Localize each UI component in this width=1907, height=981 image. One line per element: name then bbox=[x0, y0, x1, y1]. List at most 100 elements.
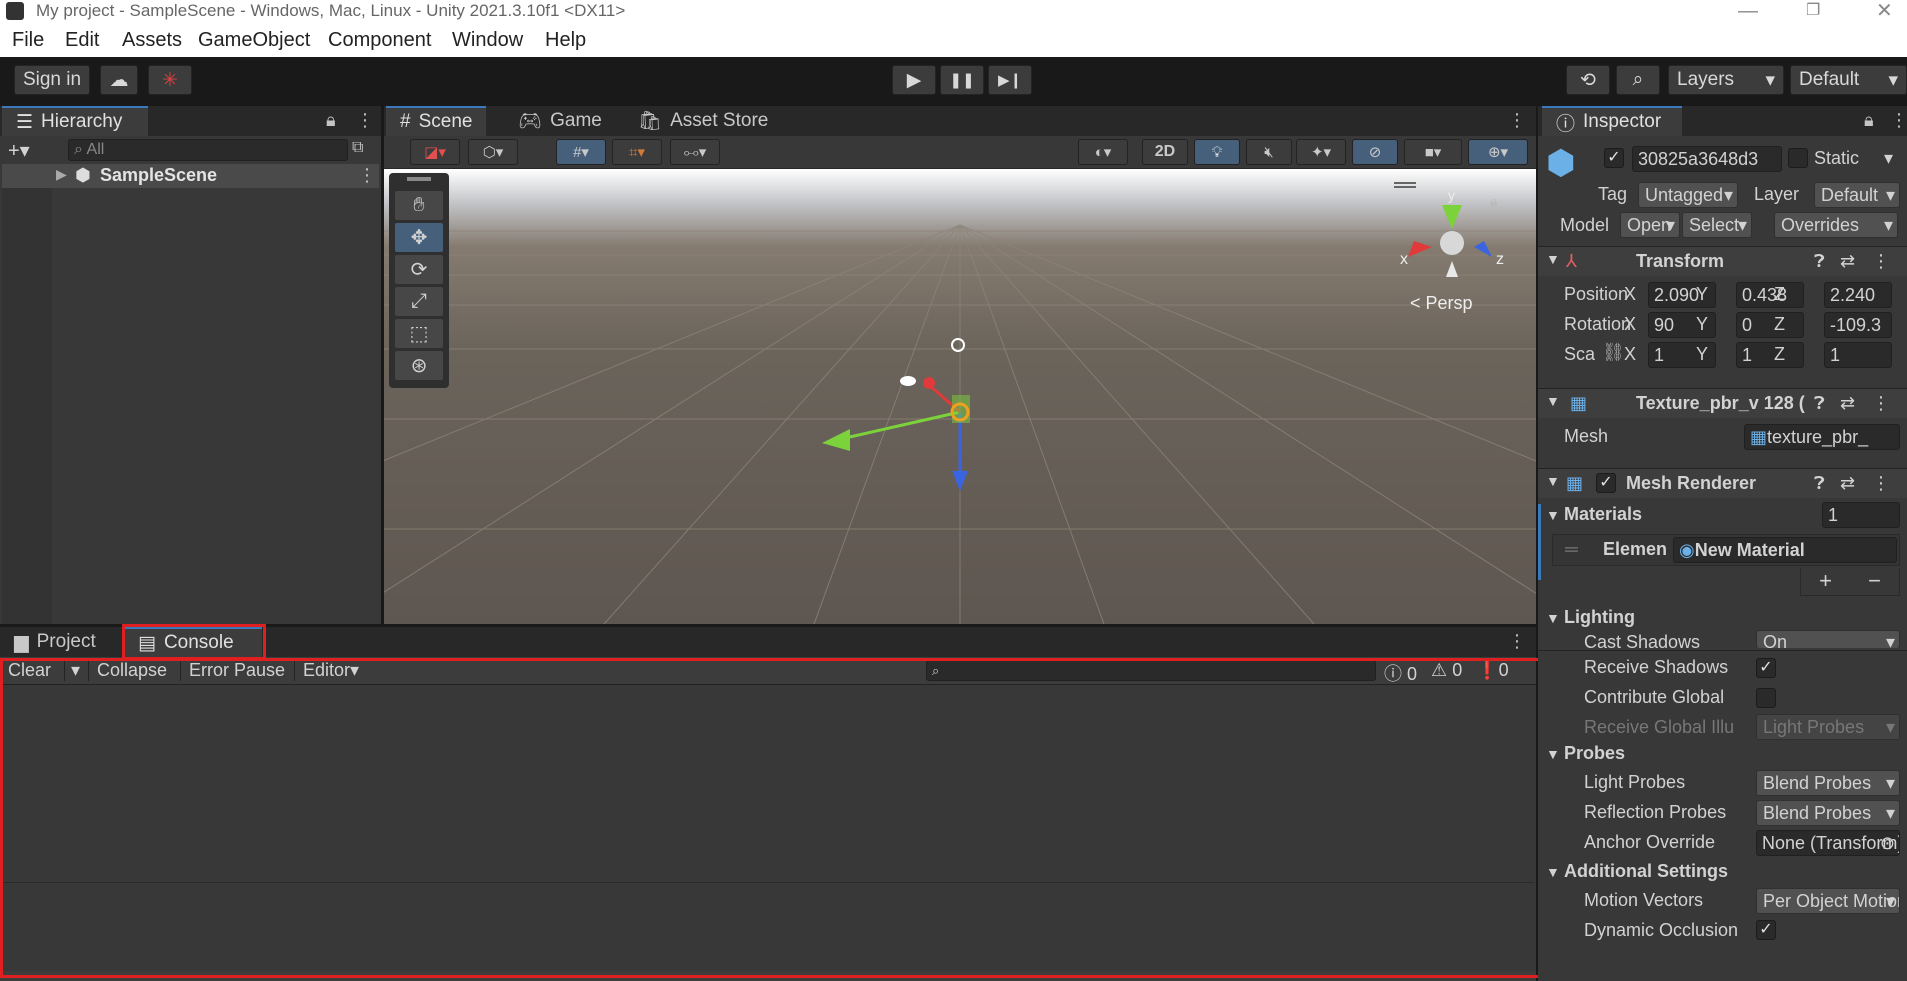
help-icon[interactable]: ❓︎ bbox=[1814, 393, 1825, 414]
lighting-bulb-icon[interactable]: 💡︎ bbox=[1194, 139, 1240, 165]
presets-icon[interactable]: ⇄ bbox=[1840, 473, 1855, 494]
pos-z-field[interactable]: 2.240 bbox=[1824, 282, 1892, 308]
axis-y-label[interactable]: Y bbox=[1696, 284, 1708, 305]
menu-edit[interactable]: Edit bbox=[65, 29, 99, 52]
presets-icon[interactable]: ⇄ bbox=[1840, 251, 1855, 272]
layers-dropdown[interactable]: Layers ▾ bbox=[1668, 65, 1784, 95]
layer-dropdown[interactable]: Default bbox=[1814, 182, 1900, 208]
kebab-menu-icon[interactable]: ⋮ bbox=[358, 165, 376, 186]
hierarchy-scene-row[interactable]: ▶ ⬢ SampleScene ⋮ bbox=[2, 164, 379, 188]
contribute-gi-checkbox[interactable] bbox=[1756, 688, 1776, 708]
axis-z-label[interactable]: Z bbox=[1774, 344, 1785, 365]
sign-in-button[interactable]: Sign in bbox=[14, 65, 90, 95]
toggle-2d-button[interactable]: 2D bbox=[1142, 139, 1188, 165]
add-icon[interactable]: +▾ bbox=[8, 138, 30, 163]
tab-inspector[interactable]: ⓘ Inspector bbox=[1542, 106, 1682, 136]
remove-material-icon[interactable]: − bbox=[1868, 568, 1881, 595]
transform-tool-icon[interactable]: ⊛ bbox=[395, 351, 443, 380]
camera-gizmo-icon[interactable] bbox=[900, 376, 916, 386]
axis-y-label[interactable]: Y bbox=[1696, 314, 1708, 335]
hierarchy-search-input[interactable]: ⌕ All bbox=[68, 139, 348, 161]
static-chevron-icon[interactable]: ▾ bbox=[1884, 148, 1893, 169]
y-axis-handle[interactable] bbox=[831, 410, 961, 443]
kebab-menu-icon[interactable]: ⋮ bbox=[1508, 631, 1526, 652]
audio-mute-icon[interactable]: 🔇︎ bbox=[1246, 139, 1292, 165]
overlay-drag-handle[interactable] bbox=[407, 177, 431, 181]
menu-file[interactable]: File bbox=[12, 29, 44, 52]
scl-z-field[interactable]: 1 bbox=[1824, 342, 1892, 368]
anchor-override-field[interactable]: None (Transform) ⊙ bbox=[1756, 830, 1900, 856]
add-material-icon[interactable]: + bbox=[1819, 568, 1832, 595]
layout-dropdown[interactable]: Default ▾ bbox=[1790, 65, 1907, 95]
cloud-icon[interactable]: ☁ bbox=[100, 65, 138, 95]
foldout-arrow-icon[interactable]: ▼ bbox=[1546, 610, 1560, 626]
object-picker-icon[interactable]: ⊙ bbox=[1880, 831, 1895, 855]
tab-scene[interactable]: # Scene bbox=[386, 106, 487, 136]
history-icon[interactable]: ⟲ bbox=[1566, 65, 1610, 95]
light-probes-dropdown[interactable]: Blend Probes bbox=[1756, 770, 1900, 796]
search-icon[interactable]: ⌕ bbox=[1616, 65, 1660, 95]
lock-icon[interactable]: 🔒︎ bbox=[1864, 110, 1874, 131]
menu-component[interactable]: Component bbox=[328, 29, 431, 52]
object-name-input[interactable]: 30825a3648d3 bbox=[1632, 146, 1782, 172]
materials-size-field[interactable]: 1 bbox=[1822, 502, 1900, 528]
kebab-menu-icon[interactable]: ⋮ bbox=[1508, 110, 1526, 131]
rot-z-field[interactable]: -109.3 bbox=[1824, 312, 1892, 338]
effects-icon[interactable]: ✦▾ bbox=[1296, 139, 1346, 165]
static-checkbox[interactable] bbox=[1788, 148, 1808, 168]
maximize-icon[interactable]: ❐ bbox=[1806, 0, 1820, 22]
close-icon[interactable]: ✕ bbox=[1876, 0, 1893, 22]
pause-icon[interactable]: ❚❚ bbox=[940, 65, 984, 95]
x-axis-tip[interactable] bbox=[923, 377, 935, 389]
step-icon[interactable]: ▶❙ bbox=[988, 65, 1032, 95]
constrain-proportions-icon[interactable]: ⛓︎ bbox=[1602, 342, 1625, 363]
reflection-probes-dropdown[interactable]: Blend Probes bbox=[1756, 800, 1900, 826]
y-axis-arrow[interactable] bbox=[822, 429, 850, 451]
gizmos-icon[interactable]: ⊕▾ bbox=[1468, 139, 1528, 165]
overrides-dropdown[interactable]: Overrides bbox=[1774, 212, 1898, 238]
material-object-field[interactable]: ◉New Material bbox=[1673, 537, 1897, 563]
axis-x-label[interactable]: X bbox=[1624, 344, 1636, 365]
menu-window[interactable]: Window bbox=[452, 29, 523, 52]
lock-icon[interactable]: 🔒︎ bbox=[326, 110, 336, 131]
tab-asset-store[interactable]: 🛍︎ Asset Store bbox=[624, 106, 782, 136]
hidden-objects-icon[interactable]: ⊘ bbox=[1352, 139, 1398, 165]
renderer-enabled-checkbox[interactable]: ✓ bbox=[1596, 473, 1616, 493]
scl-y-field[interactable]: 1 bbox=[1736, 342, 1804, 368]
motion-vectors-dropdown[interactable]: Per Object Motion bbox=[1756, 888, 1900, 914]
scale-tool-icon[interactable]: ⤢ bbox=[395, 287, 443, 316]
kebab-menu-icon[interactable]: ⋮ bbox=[1872, 473, 1890, 494]
rect-tool-icon[interactable]: ⬚ bbox=[395, 319, 443, 348]
minimize-icon[interactable]: — bbox=[1738, 0, 1758, 22]
scene-search-icon[interactable]: ⧉ bbox=[352, 139, 363, 157]
foldout-arrow-icon[interactable]: ▼ bbox=[1546, 746, 1560, 762]
menu-help[interactable]: Help bbox=[545, 29, 586, 52]
meshfilter-header[interactable]: ▼ ▦ Texture_pbr_v 128 ( ❓︎ ⇄ ⋮ bbox=[1538, 388, 1907, 418]
help-icon[interactable]: ❓︎ bbox=[1814, 251, 1825, 272]
foldout-arrow-icon[interactable]: ▼ bbox=[1546, 507, 1560, 523]
z-axis-arrow[interactable] bbox=[952, 471, 968, 491]
shading-cube-icon[interactable]: ⬡▾ bbox=[468, 139, 518, 165]
open-button[interactable]: Open bbox=[1620, 212, 1680, 238]
axis-y-label[interactable]: Y bbox=[1696, 344, 1708, 365]
increment-snap-icon[interactable]: ⌗▾ bbox=[612, 139, 662, 165]
axis-x-label[interactable]: X bbox=[1624, 284, 1636, 305]
drag-handle-icon[interactable]: ═ bbox=[1565, 539, 1578, 560]
foldout-arrow-icon[interactable]: ▼ bbox=[1546, 864, 1560, 880]
transform-header[interactable]: ▼ ⅄ Transform ❓︎ ⇄ ⋮ bbox=[1538, 246, 1907, 276]
persp-toggle[interactable]: < Persp bbox=[1410, 293, 1473, 314]
kebab-menu-icon[interactable]: ⋮ bbox=[1872, 251, 1890, 272]
rot-y-field[interactable]: 0 bbox=[1736, 312, 1804, 338]
expand-arrow-icon[interactable]: ▶ bbox=[56, 166, 67, 183]
active-checkbox[interactable]: ✓ bbox=[1604, 148, 1624, 168]
rotate-tool-icon[interactable]: ⟳ bbox=[395, 255, 443, 284]
menu-assets[interactable]: Assets bbox=[122, 29, 182, 52]
menu-gameobject[interactable]: GameObject bbox=[198, 29, 310, 52]
mesh-object-field[interactable]: ▦texture_pbr_ bbox=[1744, 424, 1900, 450]
receive-shadows-checkbox[interactable]: ✓ bbox=[1756, 658, 1776, 678]
play-icon[interactable]: ▶ bbox=[892, 65, 936, 95]
pos-y-field[interactable]: 0.438 bbox=[1736, 282, 1804, 308]
ruler-icon[interactable]: ⧟▾ bbox=[670, 139, 720, 165]
help-icon[interactable]: ❓︎ bbox=[1814, 473, 1825, 494]
kebab-menu-icon[interactable]: ⋮ bbox=[1872, 393, 1890, 414]
